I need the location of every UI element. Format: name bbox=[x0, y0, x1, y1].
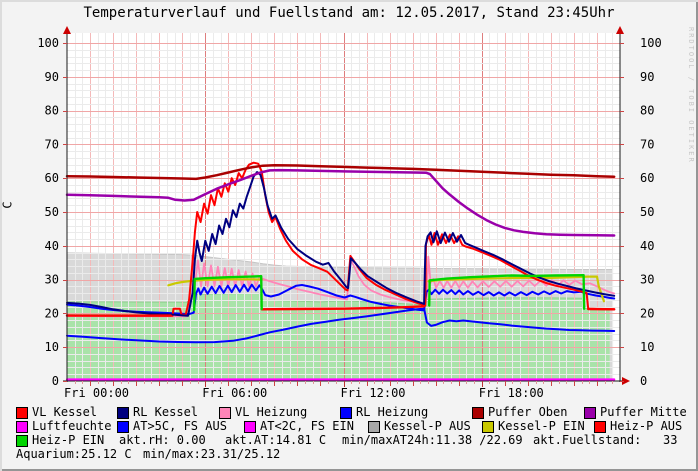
legend-item: Heiz-P AUS bbox=[594, 420, 682, 433]
legend-row: Luftfeuchte AT>5C, FS AUS AT<2C, FS EIN Kes… bbox=[0, 420, 698, 434]
y-tick-label-right: 20 bbox=[640, 306, 654, 320]
y-tick-label-right: 10 bbox=[640, 340, 654, 354]
legend-label: RL Heizung bbox=[356, 405, 429, 419]
y-tick-label-right: 80 bbox=[640, 104, 654, 118]
legend-row: VL Kessel RL Kessel VL Heizung RL Heizung Pu… bbox=[0, 406, 698, 420]
legend-item: VL Kessel bbox=[16, 406, 97, 419]
legend-swatch bbox=[368, 420, 380, 433]
y-tick-label-right: 60 bbox=[640, 171, 654, 185]
legend-item: Kessel-P AUS bbox=[368, 420, 471, 433]
legend-item: Puffer Mitte bbox=[584, 406, 687, 419]
legend-stat: min/max:23.31/25.12 bbox=[143, 448, 280, 461]
y-tick-label-right: 100 bbox=[640, 36, 662, 50]
legend-label: Luftfeuchte bbox=[32, 419, 112, 433]
legend-row: Aquarium:25.12 C min/max:23.31/25.12 bbox=[0, 448, 698, 462]
legend-item: RL Heizung bbox=[340, 406, 428, 419]
legend-label: Heiz-P EIN bbox=[32, 433, 105, 447]
y-tick-label-left: 30 bbox=[45, 273, 59, 287]
y-tick-label-right: 50 bbox=[640, 205, 654, 219]
y-tick-label-right: 30 bbox=[640, 273, 654, 287]
watermark-rrdtool: RRDTOOL / TOBI OETIKER bbox=[687, 27, 695, 164]
legend-item: Luftfeuchte bbox=[16, 420, 111, 433]
y-tick-label-left: 50 bbox=[45, 205, 59, 219]
x-tick-label: Fri 00:00 bbox=[64, 386, 129, 400]
legend-item: Puffer Oben bbox=[472, 406, 567, 419]
y-tick-label-left: 80 bbox=[45, 104, 59, 118]
y-tick-label-right: 0 bbox=[640, 374, 647, 388]
y-tick-label-left: 0 bbox=[52, 374, 59, 388]
legend-label: Puffer Mitte bbox=[600, 405, 687, 419]
legend-label: akt.Fuellstand: 33 bbox=[533, 433, 678, 447]
rrdtool-graph: Temperaturverlauf und Fuellstand am: 12.… bbox=[0, 0, 698, 471]
legend-label: AT>5C, FS AUS bbox=[133, 419, 227, 433]
legend-swatch bbox=[219, 406, 231, 419]
y-tick-label-left: 20 bbox=[45, 306, 59, 320]
legend-swatch bbox=[117, 406, 129, 419]
x-tick-label: Fri 12:00 bbox=[341, 386, 406, 400]
legend-label: akt.rH: 0.00 bbox=[119, 433, 206, 447]
legend-swatch bbox=[340, 406, 352, 419]
legend-swatch bbox=[16, 406, 28, 419]
y-tick-label-left: 70 bbox=[45, 137, 59, 151]
legend-item: AT<2C, FS EIN bbox=[244, 420, 354, 433]
legend-row: Heiz-P EIN akt.rH: 0.00 akt.AT:14.81 C min/… bbox=[0, 434, 698, 448]
legend-label: min/max:23.31/25.12 bbox=[143, 447, 281, 461]
legend-stat: akt.Fuellstand: 33 bbox=[533, 434, 678, 447]
legend-swatch bbox=[16, 434, 28, 447]
legend-item: Kessel-P EIN bbox=[482, 420, 585, 433]
legend-swatch bbox=[16, 420, 28, 433]
y-tick-label-left: 40 bbox=[45, 239, 59, 253]
legend-item: RL Kessel bbox=[117, 406, 198, 419]
x-tick-label: Fri 06:00 bbox=[202, 386, 267, 400]
legend-label: Kessel-P AUS bbox=[384, 419, 471, 433]
y-tick-label-left: 100 bbox=[37, 36, 59, 50]
legend-swatch bbox=[117, 420, 129, 433]
legend-item: Heiz-P EIN bbox=[16, 434, 104, 447]
legend-label: akt.AT:14.81 C bbox=[225, 433, 327, 447]
y-axis-arrow-left bbox=[63, 26, 71, 34]
legend-label: VL Heizung bbox=[235, 405, 308, 419]
y-tick-label-left: 60 bbox=[45, 171, 59, 185]
legend-label: AT<2C, FS EIN bbox=[260, 419, 354, 433]
y-axis-arrow-right bbox=[616, 26, 624, 34]
legend-swatch bbox=[584, 406, 596, 419]
legend-stat: min/maxAT24h:11.38 /22.69 bbox=[342, 434, 523, 447]
legend-label: min/maxAT24h:11.38 /22.69 bbox=[342, 433, 523, 447]
x-tick-label: Fri 18:00 bbox=[479, 386, 544, 400]
y-tick-label-left: 10 bbox=[45, 340, 59, 354]
y-tick-label-right: 90 bbox=[640, 70, 654, 84]
legend-swatch bbox=[244, 420, 256, 433]
y-tick-label-left: 90 bbox=[45, 70, 59, 84]
legend-label: RL Kessel bbox=[133, 405, 199, 419]
legend-swatch bbox=[472, 406, 484, 419]
legend-label: VL Kessel bbox=[32, 405, 98, 419]
legend-stat: akt.AT:14.81 C bbox=[225, 434, 326, 447]
legend-swatch bbox=[594, 420, 606, 433]
y-tick-label-right: 40 bbox=[640, 239, 654, 253]
legend-item: VL Heizung bbox=[219, 406, 307, 419]
legend-label: Puffer Oben bbox=[488, 405, 568, 419]
chart-canvas: 0 0 10 10 20 20 30 30 40 40 50 50 60 60 70 70 80 80 90 90 10… bbox=[37, 26, 662, 400]
legend-item: AT>5C, FS AUS bbox=[117, 420, 227, 433]
legend-label: Aquarium:25.12 C bbox=[16, 447, 132, 461]
legend-swatch bbox=[482, 420, 494, 433]
y-tick-label-right: 70 bbox=[640, 137, 654, 151]
legend-label: Heiz-P AUS bbox=[610, 419, 683, 433]
legend-stat: Aquarium:25.12 C bbox=[16, 448, 132, 461]
legend-label: Kessel-P EIN bbox=[498, 419, 585, 433]
legend-stat: akt.rH: 0.00 bbox=[119, 434, 206, 447]
